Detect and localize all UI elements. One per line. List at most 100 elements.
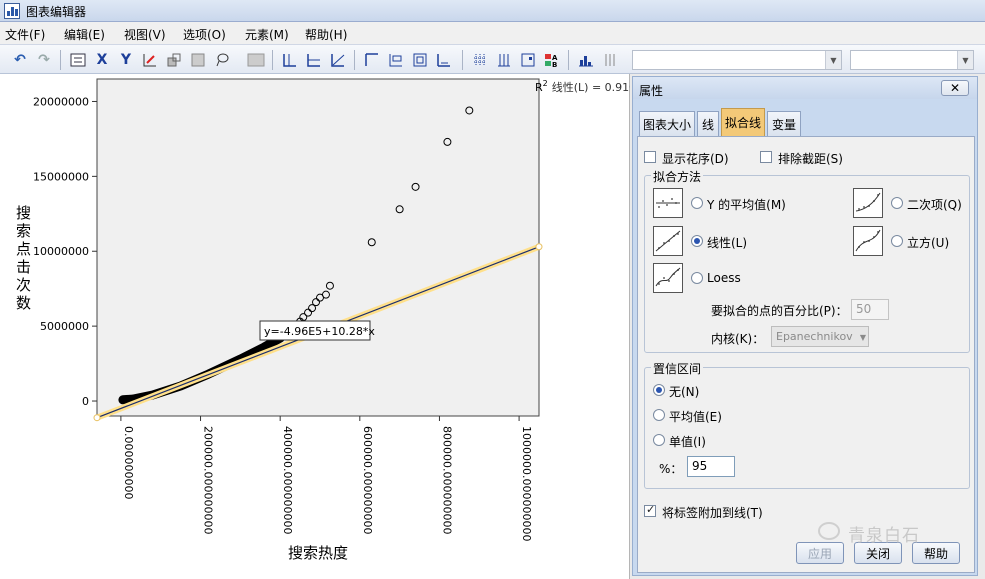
- ci-none-radio[interactable]: [653, 384, 665, 396]
- title-icon[interactable]: [362, 50, 382, 70]
- menu-help[interactable]: 帮助(H): [305, 26, 347, 43]
- legend-icon[interactable]: [518, 50, 538, 70]
- chevron-down-icon: ▼: [957, 51, 973, 69]
- kernel-select[interactable]: Epanechnikov ▼: [771, 326, 869, 347]
- confidence-percent-input[interactable]: 95: [687, 456, 735, 477]
- chart-canvas[interactable]: 0 5000000 10000000 15000000 20000000 0.00000…: [0, 74, 630, 579]
- exclude-intercept-label: 排除截距(S): [778, 152, 843, 166]
- lasso-icon[interactable]: [212, 50, 232, 70]
- cubic-radio[interactable]: [891, 235, 903, 247]
- toolbar-separator: [462, 50, 463, 70]
- wechat-watermark-icon: [818, 522, 840, 540]
- tab-variables[interactable]: 变量: [767, 111, 801, 136]
- fit-equation-label: y=-4.96E5+10.28*x: [264, 325, 375, 338]
- linear-fit-thumbnail[interactable]: [653, 226, 683, 256]
- title-bar: 图表编辑器: [0, 0, 985, 22]
- menu-elements[interactable]: 元素(M): [245, 26, 289, 43]
- menu-view[interactable]: 视图(V): [124, 26, 166, 43]
- size-combo[interactable]: ▼: [850, 50, 974, 70]
- loess-fit-thumbnail[interactable]: [653, 263, 683, 293]
- exclude-intercept-checkbox[interactable]: [760, 151, 772, 163]
- redo-icon[interactable]: ↷: [34, 50, 54, 70]
- reference-line-x-icon[interactable]: [280, 50, 300, 70]
- y-tick-label: 15000000: [33, 170, 89, 183]
- tab-chart-size[interactable]: 图表大小: [639, 111, 695, 136]
- r2-label: R2 线性(L) = 0.910: [535, 79, 630, 94]
- data-table-icon[interactable]: [494, 50, 514, 70]
- x-axis-title: 搜索热度: [288, 544, 348, 562]
- grid-lines-icon[interactable]: [470, 50, 490, 70]
- loess-radio[interactable]: [691, 272, 703, 284]
- tab-fit-line[interactable]: 拟合线: [721, 108, 765, 136]
- undo-icon[interactable]: ↶: [10, 50, 30, 70]
- properties-title: 属性: [639, 84, 664, 98]
- x-axis-icon[interactable]: X: [92, 50, 112, 70]
- font-combo[interactable]: ▼: [632, 50, 842, 70]
- cubic-fit-thumbnail[interactable]: [853, 226, 883, 256]
- cubic-label: 立方(U): [907, 236, 950, 250]
- confidence-interval-title: 置信区间: [651, 360, 704, 377]
- chevron-down-icon: ▼: [825, 51, 841, 69]
- quadratic-radio[interactable]: [891, 197, 903, 209]
- attach-label-text: 将标签附加到线(T): [662, 506, 763, 520]
- ci-none-label: 无(N): [669, 385, 700, 399]
- plot-background[interactable]: [96, 78, 540, 417]
- attach-label-checkbox[interactable]: [644, 503, 656, 517]
- percent-label: %：: [659, 462, 683, 476]
- fit-line-icon[interactable]: [328, 50, 348, 70]
- confidence-interval-group: 置信区间 无(N) 平均值(E) 单值(I) %： 95: [644, 360, 970, 489]
- properties-window: 属性 ✕ 图表大小 线 拟合线 变量 显示花序(D) 排除截距(S) 拟合方法 …: [632, 76, 978, 576]
- linear-label: 线性(L): [707, 236, 748, 250]
- chart-editor-icon: [4, 3, 20, 19]
- mean-label: Y 的平均值(M): [707, 198, 786, 212]
- properties-title-bar: 属性 ✕: [633, 77, 977, 99]
- fit-line-handle[interactable]: [535, 243, 543, 251]
- menu-bar: 文件(F) 编辑(E) 视图(V) 选项(O) 元素(M) 帮助(H): [0, 22, 985, 44]
- y-axis-icon[interactable]: Y: [116, 50, 136, 70]
- y-axis-title: 搜索点击次数: [16, 204, 32, 312]
- y-tick-label: 20000000: [33, 95, 89, 108]
- linear-radio[interactable]: [691, 235, 703, 247]
- footnote-icon[interactable]: [434, 50, 454, 70]
- toolbar-separator: [272, 50, 273, 70]
- grid-disabled-icon[interactable]: [188, 50, 208, 70]
- y-tick-label: 10000000: [33, 245, 89, 258]
- columns-icon[interactable]: [600, 50, 620, 70]
- x-tick-label: 0.000000000: [122, 426, 135, 499]
- bar-chart-icon[interactable]: [576, 50, 596, 70]
- mean-radio[interactable]: [691, 197, 703, 209]
- x-tick-label: 800000.000000000: [440, 426, 453, 534]
- reference-line-y-icon[interactable]: [304, 50, 324, 70]
- tab-lines[interactable]: 线: [697, 111, 719, 136]
- show-pattern-checkbox[interactable]: [644, 151, 656, 163]
- annotation-icon[interactable]: [386, 50, 406, 70]
- mean-fit-thumbnail[interactable]: [653, 188, 683, 218]
- x-tick-label: 600000.000000000: [361, 426, 374, 534]
- chevron-down-icon: ▼: [859, 333, 866, 342]
- x-tick-label: 200000.000000000: [202, 426, 215, 534]
- scale-icon[interactable]: [164, 50, 184, 70]
- properties-icon[interactable]: [68, 50, 88, 70]
- close-icon[interactable]: ✕: [941, 80, 969, 96]
- properties-panel: 属性 ✕ 图表大小 线 拟合线 变量 显示花序(D) 排除截距(S) 拟合方法 …: [630, 74, 985, 579]
- loess-percent-input[interactable]: 50: [851, 299, 889, 320]
- toolbar-separator: [354, 50, 355, 70]
- scatter-plot[interactable]: 0 5000000 10000000 15000000 20000000 0.00000…: [0, 74, 630, 579]
- fit-line-handle[interactable]: [93, 414, 101, 422]
- fit-line-tab-content: 显示花序(D) 排除截距(S) 拟合方法 Y 的平均值(M) 二次项(Q) 线性…: [637, 136, 975, 573]
- ci-individual-radio[interactable]: [653, 434, 665, 446]
- x-tick-label: 1000000.000000000: [520, 426, 533, 541]
- loess-percent-label: 要拟合的点的百分比(P)：: [711, 304, 848, 318]
- menu-file[interactable]: 文件(F): [5, 26, 45, 43]
- text-box-icon[interactable]: [246, 50, 266, 70]
- fit-method-title: 拟合方法: [651, 168, 704, 185]
- quadratic-fit-thumbnail[interactable]: [853, 188, 883, 218]
- data-labels-icon[interactable]: AB: [542, 50, 562, 70]
- transpose-icon[interactable]: [140, 50, 160, 70]
- menu-options[interactable]: 选项(O): [183, 26, 226, 43]
- apply-button[interactable]: 应用: [796, 542, 844, 564]
- ci-mean-label: 平均值(E): [669, 410, 722, 424]
- text-frame-icon[interactable]: [410, 50, 430, 70]
- menu-edit[interactable]: 编辑(E): [64, 26, 105, 43]
- ci-mean-radio[interactable]: [653, 409, 665, 421]
